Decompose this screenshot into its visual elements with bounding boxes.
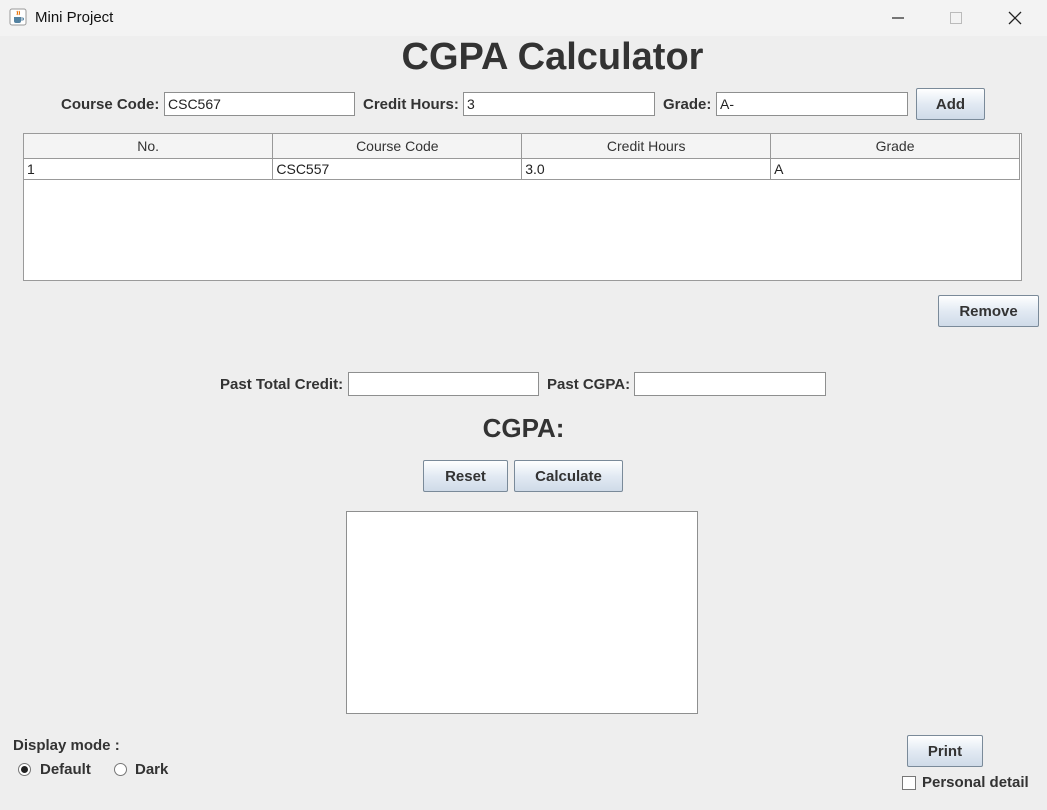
past-total-credit-label: Past Total Credit: [220,376,344,393]
minimize-icon[interactable] [875,0,921,36]
past-cgpa-label: Past CGPA: [547,376,631,393]
course-code-label: Course Code: [61,96,160,113]
past-cgpa-input[interactable] [634,372,826,396]
java-cup-icon [9,8,27,26]
dark-mode-radio[interactable] [114,763,127,776]
credit-hours-input[interactable] [463,92,655,116]
remove-button[interactable]: Remove [938,295,1039,327]
default-mode-label[interactable]: Default [40,761,91,778]
table-cell: CSC557 [272,158,523,180]
window-title: Mini Project [35,9,114,26]
table-cell: 3.0 [521,158,772,180]
grade-label: Grade: [663,96,712,113]
course-table[interactable]: No. Course Code Credit Hours Grade 1 CSC… [23,133,1022,281]
result-text-area[interactable] [346,511,698,714]
display-mode-label: Display mode : [13,737,120,754]
dark-mode-label[interactable]: Dark [135,761,168,778]
table-cell: A [770,158,1020,180]
table-row[interactable]: 1 CSC557 3.0 A [24,158,1020,180]
radio-selected-dot [21,766,28,773]
past-total-credit-input[interactable] [348,372,539,396]
cgpa-result-label: CGPA: [482,413,565,443]
column-header-course-code[interactable]: Course Code [272,134,523,159]
print-button[interactable]: Print [907,735,983,767]
personal-detail-label[interactable]: Personal detail [922,774,1029,791]
close-icon[interactable] [992,0,1038,36]
column-header-credit-hours[interactable]: Credit Hours [521,134,772,159]
maximize-icon[interactable] [933,0,979,36]
table-header-row: No. Course Code Credit Hours Grade [24,134,1020,159]
course-code-input[interactable] [164,92,355,116]
page-title: CGPA Calculator [401,36,704,78]
reset-button[interactable]: Reset [423,460,508,492]
column-header-no[interactable]: No. [24,134,274,159]
column-header-grade[interactable]: Grade [770,134,1020,159]
add-button[interactable]: Add [916,88,985,120]
calculate-button[interactable]: Calculate [514,460,623,492]
credit-hours-label: Credit Hours: [363,96,459,113]
personal-detail-checkbox[interactable] [902,776,916,790]
table-cell: 1 [24,158,274,180]
grade-input[interactable] [716,92,908,116]
default-mode-radio[interactable] [18,763,31,776]
